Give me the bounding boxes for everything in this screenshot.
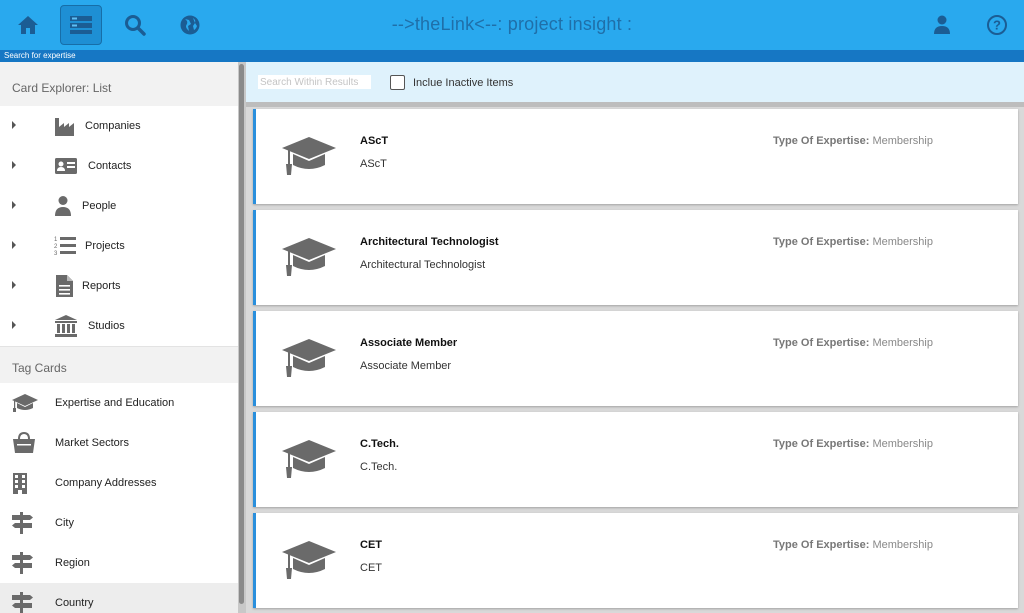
- tag-item-label: Expertise and Education: [55, 397, 175, 409]
- tags-heading: Tag Cards: [0, 346, 238, 383]
- card-type-label: Type Of Expertise:: [773, 135, 870, 147]
- graduation-cap-icon: [12, 394, 38, 412]
- card-type-value: Membership: [872, 539, 933, 551]
- tag-item-country[interactable]: Country: [0, 583, 238, 613]
- card-title: CET: [360, 539, 382, 551]
- search-within-results-input[interactable]: [258, 75, 371, 89]
- expand-caret-icon[interactable]: [12, 241, 16, 249]
- card-type-label: Type Of Expertise:: [773, 337, 870, 349]
- graduation-cap-icon: [282, 440, 336, 478]
- graduation-cap-icon: [282, 137, 336, 175]
- office-building-icon: [13, 473, 27, 494]
- explorer-heading: Card Explorer: List: [0, 62, 238, 106]
- tree-item-label: Studios: [88, 320, 125, 332]
- contact-card-icon: [55, 158, 77, 174]
- tree-item-label: Projects: [85, 240, 125, 252]
- card-type: Type Of Expertise: Membership: [773, 539, 933, 551]
- tag-item-label: City: [55, 517, 74, 529]
- tree-item-label: People: [82, 200, 117, 212]
- search-hint: Search for expertise: [4, 51, 76, 60]
- tree-item-studios[interactable]: Studios: [0, 306, 238, 346]
- tag-item-market-sectors[interactable]: Market Sectors: [0, 423, 238, 463]
- card-title: Architectural Technologist: [360, 236, 499, 248]
- include-inactive-label[interactable]: Inclue Inactive Items: [413, 77, 513, 89]
- card-title: AScT: [360, 135, 389, 147]
- tag-item-label: Market Sectors: [55, 437, 129, 449]
- tree-item-label: Reports: [82, 280, 121, 292]
- card-title: Associate Member: [360, 337, 458, 349]
- app-title: -->theLink<--: project insight :: [391, 14, 633, 34]
- card-type-label: Type Of Expertise:: [773, 539, 870, 551]
- tag-item-city[interactable]: City: [0, 503, 238, 543]
- signpost-icon: [12, 592, 33, 613]
- result-card[interactable]: Associate Member Associate Member Type O…: [253, 311, 1018, 406]
- result-card[interactable]: Architectural Technologist Architectural…: [253, 210, 1018, 305]
- tree-item-people[interactable]: People: [0, 186, 238, 226]
- result-card[interactable]: C.Tech. C.Tech. Type Of Expertise: Membe…: [253, 412, 1018, 507]
- card-type: Type Of Expertise: Membership: [773, 438, 933, 450]
- tag-item-label: Region: [55, 557, 90, 569]
- help-button[interactable]: ?: [976, 5, 1018, 45]
- user-icon: [934, 15, 950, 34]
- card-type-value: Membership: [872, 236, 933, 248]
- expand-caret-icon[interactable]: [12, 121, 16, 129]
- help-icon: ?: [987, 15, 1007, 35]
- card-type-label: Type Of Expertise:: [773, 236, 870, 248]
- sidebar-scrollbar[interactable]: [238, 62, 246, 613]
- include-inactive-checkbox[interactable]: [390, 75, 405, 90]
- card-type: Type Of Expertise: Membership: [773, 337, 933, 349]
- graduation-cap-icon: [282, 541, 336, 579]
- card-type: Type Of Expertise: Membership: [773, 135, 933, 147]
- building-columns-icon: [55, 315, 77, 337]
- shopping-bag-icon: [13, 432, 35, 453]
- signpost-icon: [12, 552, 33, 574]
- tag-item-label: Country: [55, 597, 94, 609]
- svg-text:3: 3: [54, 251, 58, 257]
- tag-item-label: Company Addresses: [55, 477, 157, 489]
- tree-item-label: Contacts: [88, 160, 132, 172]
- tree-item-contacts[interactable]: Contacts: [0, 146, 238, 186]
- tree-item-label: Companies: [85, 120, 141, 132]
- sidebar-scroll-thumb[interactable]: [239, 64, 244, 604]
- card-type: Type Of Expertise: Membership: [773, 236, 933, 248]
- graduation-cap-icon: [282, 339, 336, 377]
- tag-item-expertise[interactable]: Expertise and Education: [0, 383, 238, 423]
- tag-item-company-addresses[interactable]: Company Addresses: [0, 463, 238, 503]
- card-subtitle: Associate Member: [360, 360, 452, 372]
- card-subtitle: CET: [360, 562, 382, 574]
- sidebar: Card Explorer: List Companies Contacts P…: [0, 62, 238, 613]
- card-subtitle: C.Tech.: [360, 461, 398, 473]
- tree-item-companies[interactable]: Companies: [0, 106, 238, 146]
- search-hint-strip: Search for expertise: [0, 50, 1024, 62]
- tag-item-region[interactable]: Region: [0, 543, 238, 583]
- person-icon: [55, 196, 71, 216]
- tree-item-reports[interactable]: Reports: [0, 266, 238, 306]
- filter-bar: Inclue Inactive Items: [246, 62, 1024, 102]
- numbered-list-icon: 123: [54, 237, 76, 257]
- expand-caret-icon[interactable]: [12, 321, 16, 329]
- user-button[interactable]: [921, 5, 963, 45]
- expand-caret-icon[interactable]: [12, 281, 16, 289]
- card-subtitle: Architectural Technologist: [360, 259, 486, 271]
- svg-text:1: 1: [54, 237, 58, 243]
- tree-item-projects[interactable]: 123 Projects: [0, 226, 238, 266]
- expand-caret-icon[interactable]: [12, 161, 16, 169]
- card-type-value: Membership: [872, 438, 933, 450]
- result-card[interactable]: AScT AScT Type Of Expertise: Membership: [253, 109, 1018, 204]
- svg-text:2: 2: [54, 244, 58, 250]
- signpost-icon: [12, 512, 33, 534]
- card-type-label: Type Of Expertise:: [773, 438, 870, 450]
- expand-caret-icon[interactable]: [12, 201, 16, 209]
- factory-icon: [55, 118, 74, 136]
- card-type-value: Membership: [872, 337, 933, 349]
- card-title: C.Tech.: [360, 438, 399, 450]
- svg-text:?: ?: [993, 18, 1001, 33]
- document-icon: [56, 275, 73, 297]
- card-subtitle: AScT: [360, 158, 387, 170]
- results-divider: [246, 102, 1024, 107]
- result-card[interactable]: CET CET Type Of Expertise: Membership: [253, 513, 1018, 608]
- top-bar: -->theLink<--: project insight : ?: [0, 0, 1024, 50]
- card-type-value: Membership: [872, 135, 933, 147]
- graduation-cap-icon: [282, 238, 336, 276]
